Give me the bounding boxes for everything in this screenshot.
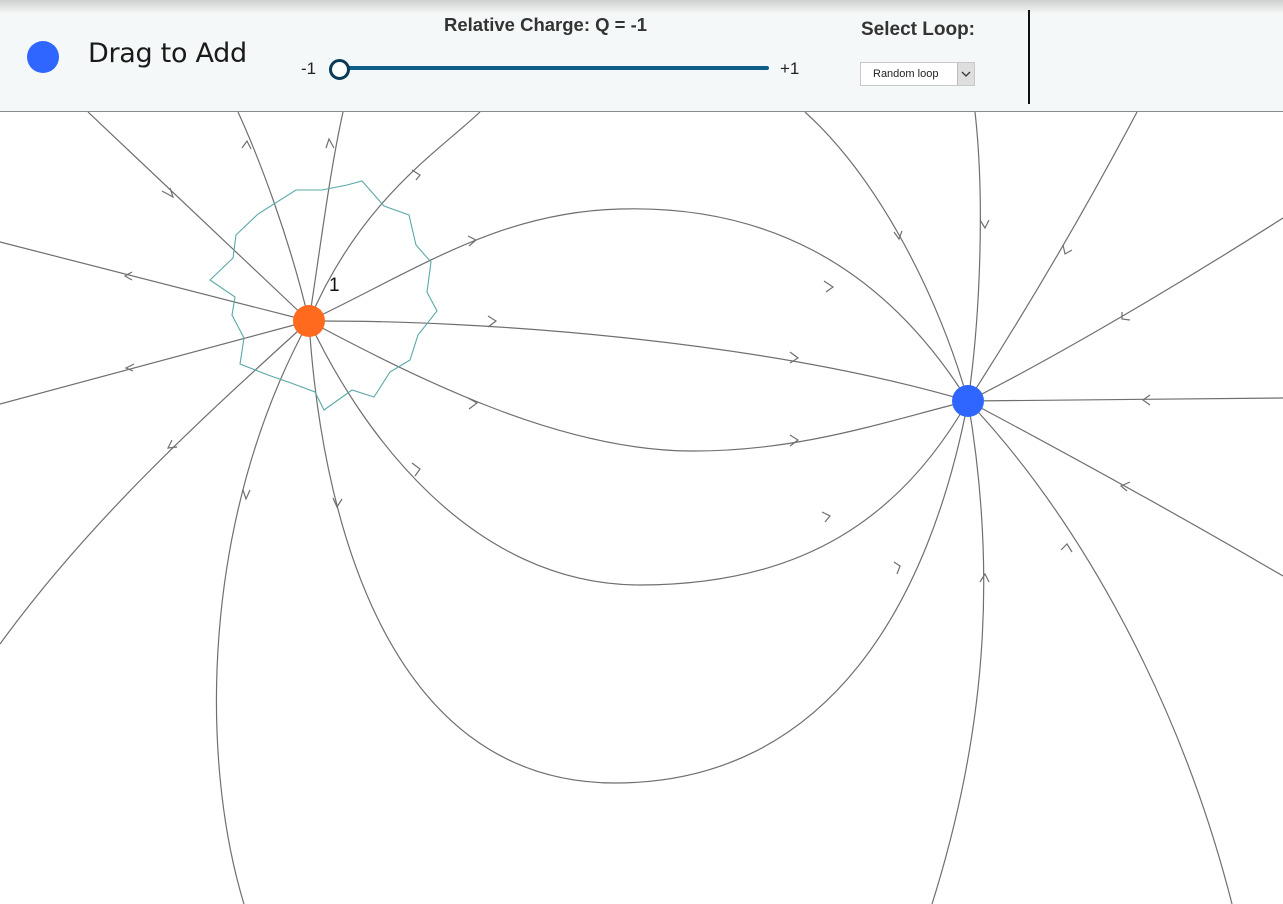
field-line	[0, 241, 310, 322]
arrow-icon	[242, 489, 251, 501]
charge-slider-thumb[interactable]	[329, 59, 350, 80]
arrow-icon	[1060, 543, 1073, 553]
field-line	[308, 320, 969, 586]
arrow-icon	[241, 139, 252, 150]
field-line	[967, 112, 1138, 402]
drag-to-add-label: Drag to Add	[88, 38, 247, 69]
field-line	[967, 397, 1283, 402]
loop-select[interactable]: Random loop	[860, 62, 975, 86]
field-line	[931, 400, 985, 904]
arrow-icon	[411, 462, 421, 477]
loop-select-button[interactable]	[957, 63, 974, 85]
field-line	[215, 320, 310, 904]
field-lines	[0, 112, 1283, 904]
arrow-icon	[823, 280, 835, 293]
arrow-icon	[161, 187, 175, 199]
field-line	[308, 208, 969, 402]
random-loop[interactable]	[209, 180, 438, 411]
field-line	[0, 320, 310, 645]
field-line	[87, 112, 310, 322]
field-canvas[interactable]: 1	[0, 112, 1283, 904]
loop-select-value: Random loop	[873, 68, 939, 80]
slider-max-label: +1	[780, 59, 800, 78]
arrow-icon	[979, 219, 990, 230]
arrow-icon	[1141, 394, 1151, 406]
field-line	[308, 320, 969, 452]
arrow-icon	[979, 572, 990, 583]
field-line	[967, 112, 981, 402]
arrow-icon	[487, 315, 498, 328]
negative-charge[interactable]	[952, 385, 984, 417]
chevron-down-icon	[961, 71, 971, 77]
arrow-icon	[789, 434, 800, 447]
relative-charge-label: Relative Charge: Q = -1	[444, 14, 648, 35]
draggable-charge[interactable]	[27, 41, 59, 73]
charge-slider-track[interactable]	[339, 66, 769, 70]
loop-number-label: 1	[329, 275, 340, 296]
field-line	[804, 112, 969, 402]
field-line	[967, 217, 1283, 402]
toolbar: Drag to Add Relative Charge: Q = -1 -1 +…	[0, 0, 1283, 112]
select-loop-label: Select Loop:	[861, 19, 976, 40]
arrow-icon	[325, 137, 335, 149]
field-direction-arrows	[123, 137, 1151, 583]
toolbar-divider	[1028, 10, 1030, 104]
field-line	[0, 320, 310, 405]
slider-min-label: -1	[301, 59, 317, 78]
arrow-icon	[893, 561, 901, 575]
arrow-icon	[332, 497, 343, 509]
field-line	[308, 320, 969, 784]
arrow-icon	[166, 439, 178, 449]
positive-charge[interactable]	[293, 305, 325, 337]
field-line	[967, 400, 1233, 904]
field-line	[967, 400, 1283, 577]
toolbar-shadow	[0, 0, 1283, 14]
arrow-icon	[821, 511, 831, 523]
arrow-icon	[467, 235, 478, 247]
arrow-icon	[1062, 244, 1073, 255]
